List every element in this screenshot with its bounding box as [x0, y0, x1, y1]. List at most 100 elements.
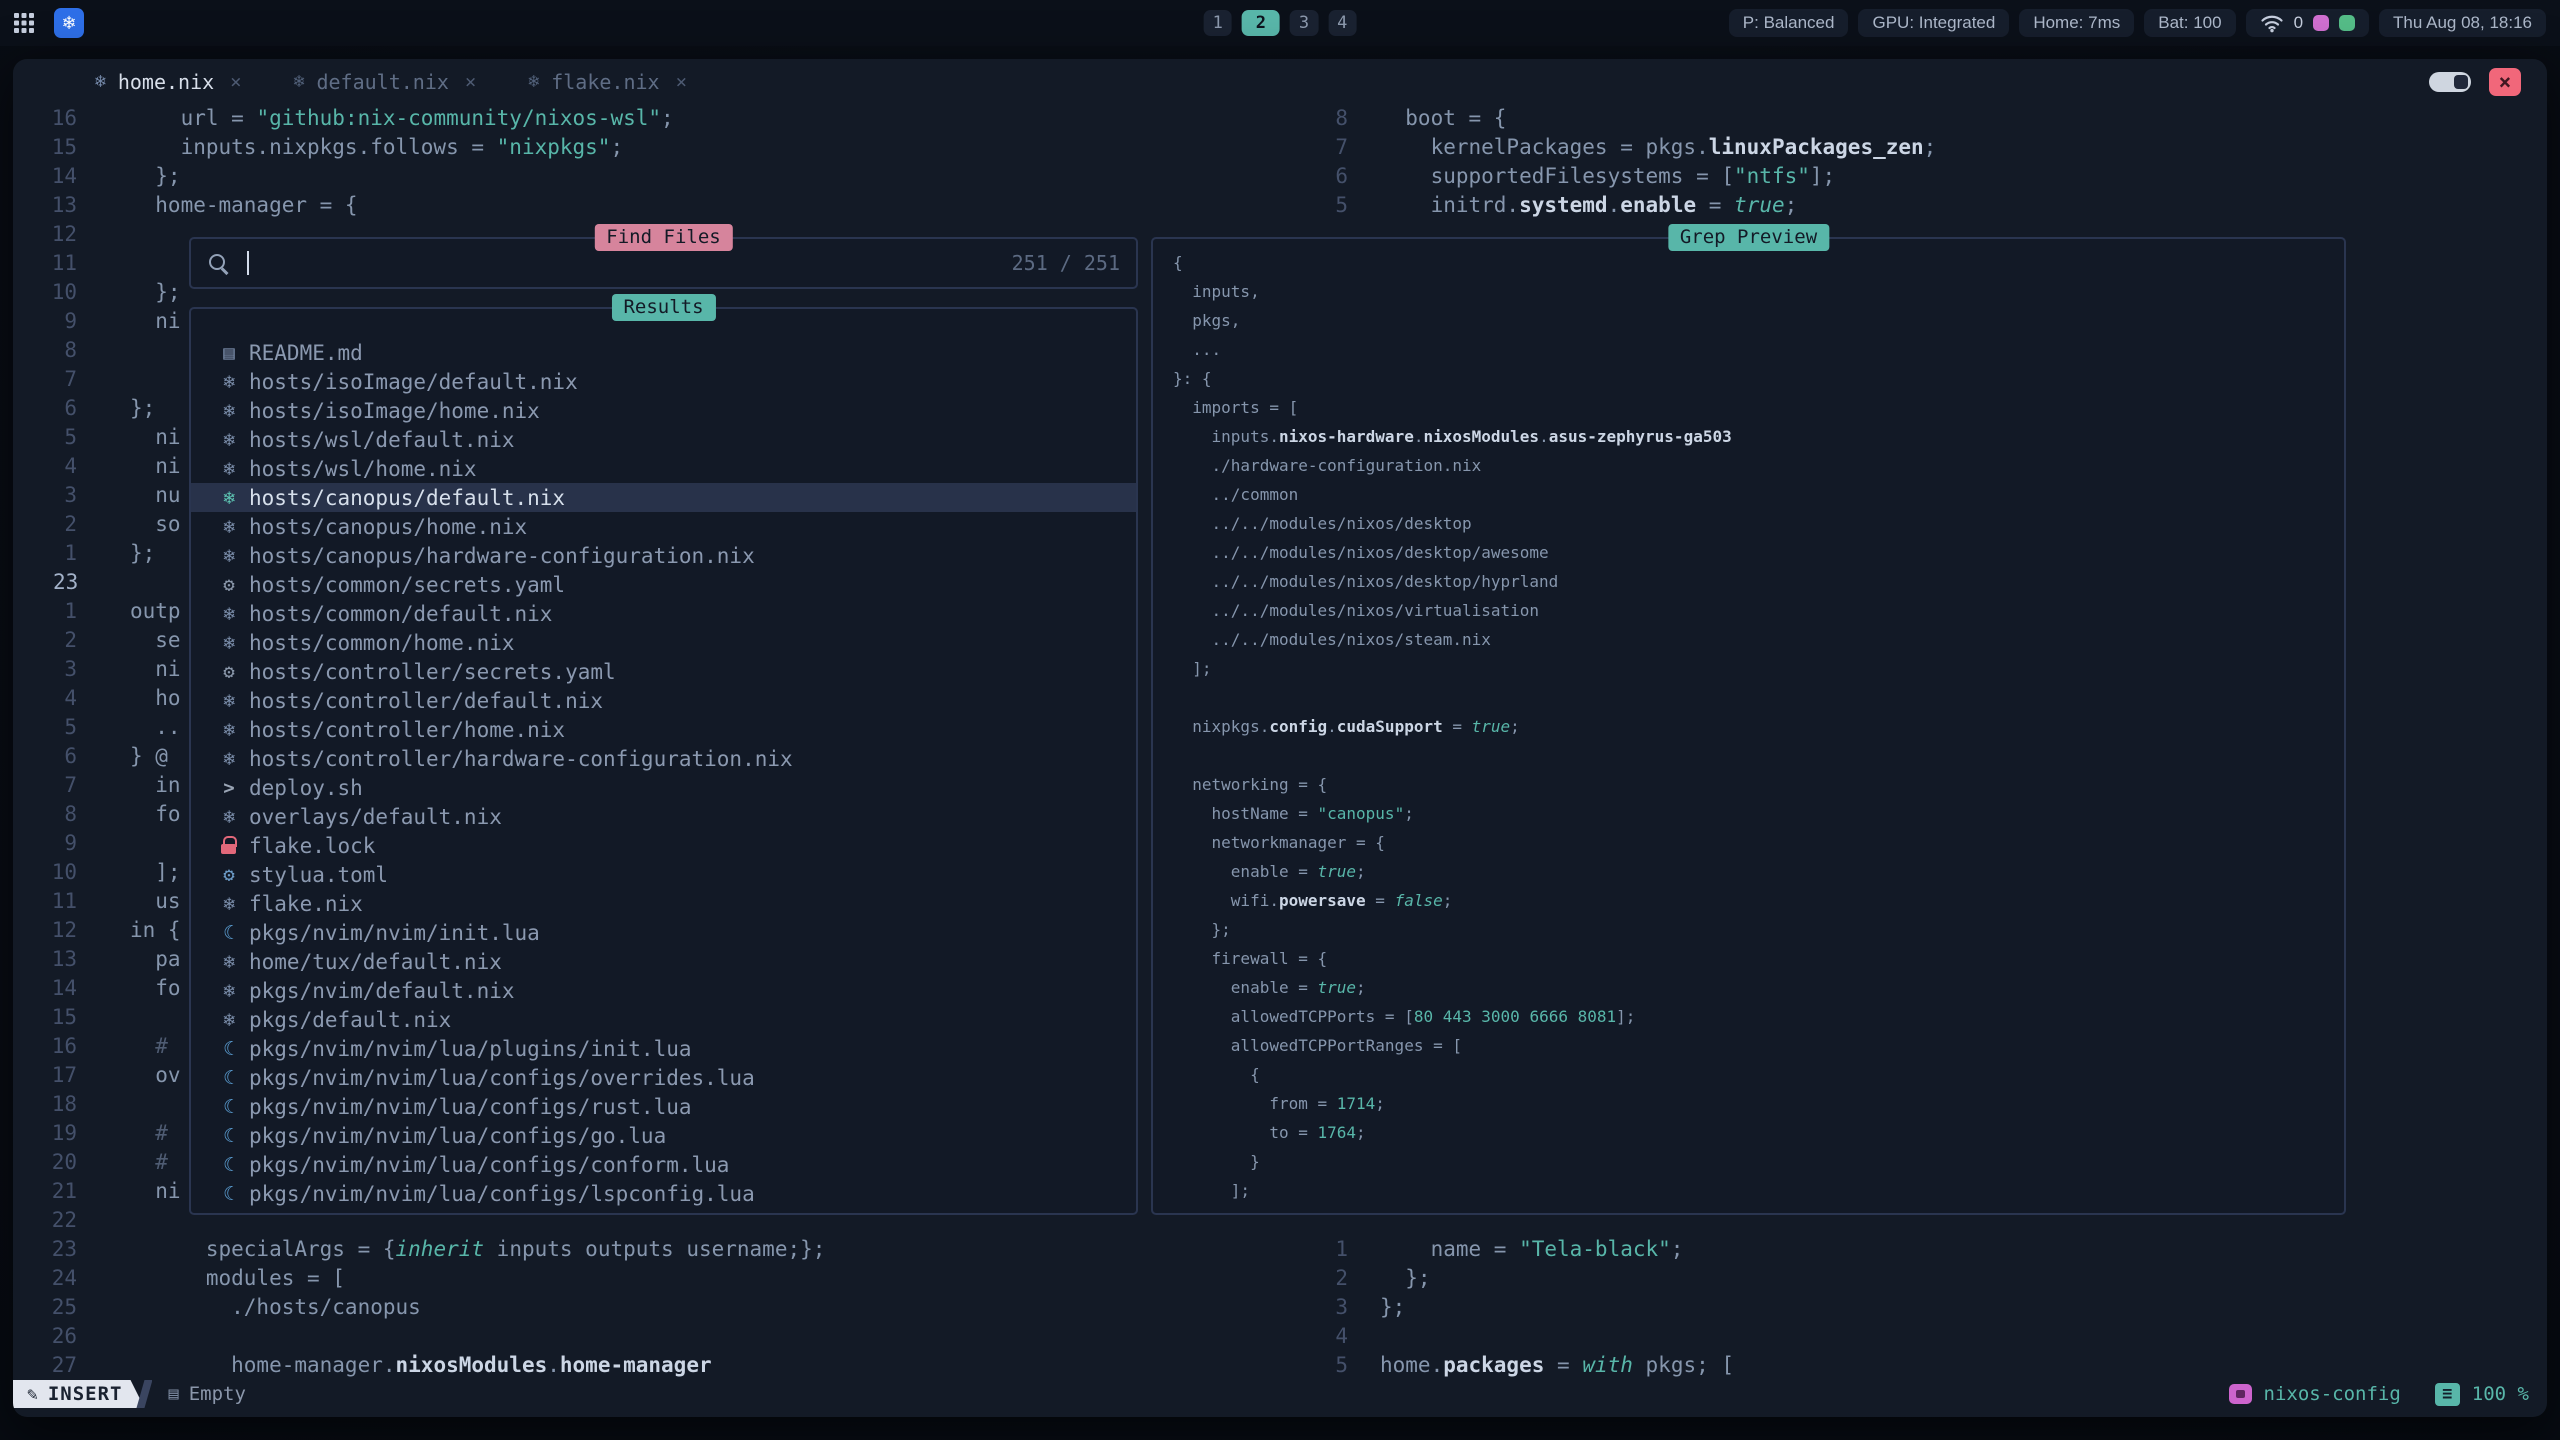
- file-result-row[interactable]: ❄ hosts/controller/home.nix: [191, 715, 1136, 744]
- preview-code-line: imports = [: [1173, 393, 2344, 422]
- status-pill: GPU: Integrated: [1858, 9, 2009, 37]
- file-result-row[interactable]: ☾ pkgs/nvim/nvim/lua/configs/overrides.l…: [191, 1063, 1136, 1092]
- tab-close-icon[interactable]: ×: [676, 71, 687, 93]
- preview-code-line: hostName = "canopus";: [1173, 799, 2344, 828]
- code-line: specialArgs = {inherit inputs outputs us…: [130, 1235, 1230, 1264]
- notification-count[interactable]: 0: [2294, 13, 2303, 33]
- code-line: initrd.systemd.enable = true;: [1380, 191, 2480, 220]
- file-result-row[interactable]: ❄ hosts/isoImage/default.nix: [191, 367, 1136, 396]
- line-number: 23: [13, 1235, 79, 1264]
- nix-file-icon: ❄: [95, 71, 106, 92]
- file-type-icon: ▤: [217, 340, 241, 366]
- tab-list: ❄ home.nix × ❄ default.nix × ❄ flake.nix…: [69, 59, 713, 104]
- file-result-row[interactable]: flake.lock: [191, 831, 1136, 860]
- buffer-label: Empty: [189, 1383, 246, 1405]
- file-result-row[interactable]: ❄ flake.nix: [191, 889, 1136, 918]
- file-result-row[interactable]: ☾ pkgs/nvim/nvim/lua/configs/lspconfig.l…: [191, 1179, 1136, 1208]
- line-number: 2: [13, 626, 79, 655]
- file-path: pkgs/nvim/nvim/init.lua: [249, 921, 540, 945]
- find-files-results: Results ▤ README.md ❄ hosts/isoImage/def…: [189, 307, 1138, 1215]
- file-type-icon: ☾: [217, 1152, 241, 1178]
- nix-file-icon: ❄: [528, 71, 539, 92]
- line-number: 24: [13, 1264, 79, 1293]
- file-result-row[interactable]: ❄ hosts/controller/hardware-configuratio…: [191, 744, 1136, 773]
- line-number: 4: [1313, 1322, 1350, 1351]
- left-line-number-gutter: 16 15 14 13 12 11 10 9 8 7 6 5 4 3 2: [13, 104, 79, 1380]
- file-result-row[interactable]: ❄ hosts/common/home.nix: [191, 628, 1136, 657]
- file-result-row[interactable]: ⚙ hosts/common/secrets.yaml: [191, 570, 1136, 599]
- file-path: pkgs/nvim/nvim/lua/configs/lspconfig.lua: [249, 1182, 755, 1206]
- scroll-percent: 100 %: [2472, 1383, 2529, 1405]
- preview-title-badge: Grep Preview: [1668, 224, 1829, 251]
- file-result-row[interactable]: ☾ pkgs/nvim/nvim/lua/plugins/init.lua: [191, 1034, 1136, 1063]
- file-path: hosts/canopus/hardware-configuration.nix: [249, 544, 755, 568]
- file-result-row[interactable]: ❄ pkgs/nvim/default.nix: [191, 976, 1136, 1005]
- line-number: 3: [1313, 1293, 1350, 1322]
- line-number: 9: [13, 829, 79, 858]
- workspace-button[interactable]: 1: [1204, 10, 1232, 36]
- file-result-row[interactable]: ❄ hosts/common/default.nix: [191, 599, 1136, 628]
- app-launcher-grid-icon[interactable]: [14, 13, 34, 33]
- tab-close-icon[interactable]: ×: [465, 71, 476, 93]
- file-result-row[interactable]: ❄ pkgs/default.nix: [191, 1005, 1136, 1034]
- workspace-button[interactable]: 4: [1328, 10, 1356, 36]
- line-number: 13: [13, 945, 79, 974]
- line-number: 22: [13, 1206, 79, 1235]
- file-result-row[interactable]: ❄ overlays/default.nix: [191, 802, 1136, 831]
- tray-app-icon-pink[interactable]: [2313, 15, 2329, 31]
- line-number: 4: [13, 684, 79, 713]
- line-number: 4: [13, 452, 79, 481]
- file-path: pkgs/nvim/nvim/lua/configs/go.lua: [249, 1124, 666, 1148]
- window-close-button[interactable]: ×: [2489, 68, 2521, 96]
- line-number: 18: [13, 1090, 79, 1119]
- editor-tab[interactable]: ❄ default.nix ×: [268, 59, 503, 104]
- file-result-row[interactable]: ❄ hosts/canopus/hardware-configuration.n…: [191, 541, 1136, 570]
- file-result-row[interactable]: ❄ home/tux/default.nix: [191, 947, 1136, 976]
- wifi-icon[interactable]: [2260, 14, 2284, 33]
- tray-app-icon-green[interactable]: [2339, 15, 2355, 31]
- file-result-row[interactable]: ❄ hosts/wsl/home.nix: [191, 454, 1136, 483]
- editor-tab[interactable]: ❄ home.nix ×: [69, 59, 268, 104]
- line-number: 12: [13, 220, 79, 249]
- workspace-button[interactable]: 3: [1290, 10, 1318, 36]
- preview-code-line: allowedTCPPortRanges = [: [1173, 1031, 2344, 1060]
- file-result-row[interactable]: ▤ README.md: [191, 338, 1136, 367]
- code-line: [130, 1322, 1230, 1351]
- file-result-row[interactable]: > deploy.sh: [191, 773, 1136, 802]
- line-number: 1: [1313, 1235, 1350, 1264]
- file-result-row[interactable]: ☾ pkgs/nvim/nvim/lua/configs/conform.lua: [191, 1150, 1136, 1179]
- file-path: overlays/default.nix: [249, 805, 502, 829]
- preview-code-line: ];: [1173, 1176, 2344, 1205]
- file-path: hosts/controller/secrets.yaml: [249, 660, 616, 684]
- file-result-row[interactable]: ❄ hosts/wsl/default.nix: [191, 425, 1136, 454]
- file-result-row[interactable]: ⚙ stylua.toml: [191, 860, 1136, 889]
- file-result-row[interactable]: ❄ hosts/controller/default.nix: [191, 686, 1136, 715]
- panel-toggle[interactable]: [2429, 72, 2471, 92]
- file-result-row[interactable]: ☾ pkgs/nvim/nvim/lua/configs/rust.lua: [191, 1092, 1136, 1121]
- line-number: 2: [13, 510, 79, 539]
- file-result-row[interactable]: ⚙ hosts/controller/secrets.yaml: [191, 657, 1136, 686]
- file-path: home/tux/default.nix: [249, 950, 502, 974]
- tab-close-icon[interactable]: ×: [230, 71, 241, 93]
- line-number: 15: [13, 1003, 79, 1032]
- nixos-logo-icon[interactable]: ❄: [54, 8, 84, 38]
- file-result-row[interactable]: ❄ hosts/canopus/home.nix: [191, 512, 1136, 541]
- file-result-row[interactable]: ❄ hosts/isoImage/home.nix: [191, 396, 1136, 425]
- results-list: ▤ README.md ❄ hosts/isoImage/default.nix…: [191, 338, 1136, 1208]
- project-icon: [2229, 1384, 2252, 1404]
- file-result-row[interactable]: ❄ hosts/canopus/default.nix: [191, 483, 1136, 512]
- file-type-icon: ⚙: [217, 572, 241, 598]
- file-icon: ▤: [168, 1384, 178, 1404]
- file-type-icon: [217, 833, 241, 859]
- preview-code-line: ];: [1173, 654, 2344, 683]
- nix-file-icon: ❄: [294, 71, 305, 92]
- workspace-button[interactable]: 2: [1242, 10, 1280, 36]
- preview-code: { inputs, pkgs, ... }: { imports = [ inp…: [1153, 248, 2344, 1205]
- editor-tab[interactable]: ❄ flake.nix ×: [502, 59, 713, 104]
- file-result-row[interactable]: ☾ pkgs/nvim/nvim/init.lua: [191, 918, 1136, 947]
- file-path: hosts/wsl/default.nix: [249, 428, 515, 452]
- file-path: hosts/isoImage/default.nix: [249, 370, 578, 394]
- code-line: modules = [: [130, 1264, 1230, 1293]
- line-number: 8: [13, 336, 79, 365]
- file-result-row[interactable]: ☾ pkgs/nvim/nvim/lua/configs/go.lua: [191, 1121, 1136, 1150]
